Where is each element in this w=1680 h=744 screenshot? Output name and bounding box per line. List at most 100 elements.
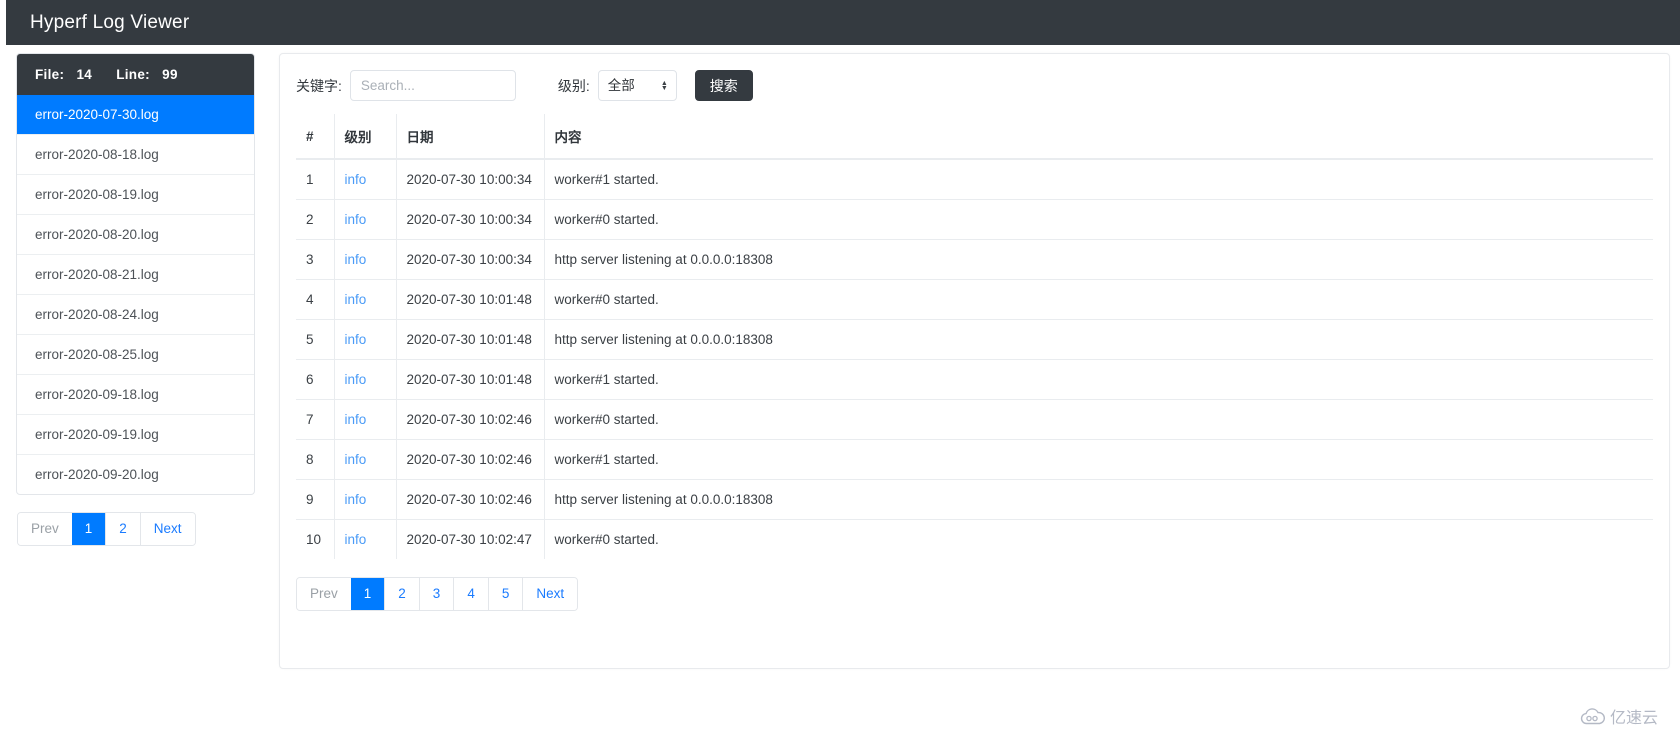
file-list-item[interactable]: error-2020-08-21.log xyxy=(17,254,254,294)
column-header-level: 级别 xyxy=(334,114,397,160)
watermark-text: 亿速云 xyxy=(1609,710,1658,727)
cell-level: info xyxy=(334,279,397,320)
table-pagination-container: Prev 12345 Next xyxy=(280,559,1669,611)
table-row: 7 info 2020-07-30 10:02:46 worker#0 started… xyxy=(296,399,1653,440)
sidebar-pagination: Prev 12 Next xyxy=(17,512,196,546)
log-table: # 级别 日期 内容 1 info 2020-07-30 10:00:34 worke… xyxy=(296,114,1653,559)
file-list-item[interactable]: error-2020-07-30.log xyxy=(17,95,254,134)
table-row: 8 info 2020-07-30 10:02:46 worker#1 started… xyxy=(296,439,1653,480)
file-list-item[interactable]: error-2020-09-18.log xyxy=(17,374,254,414)
table-pages-item[interactable]: 1 xyxy=(350,578,385,610)
table-pagination-prev[interactable]: Prev xyxy=(297,578,351,610)
cell-content: worker#0 started. xyxy=(544,279,1653,320)
file-list-item[interactable]: error-2020-08-18.log xyxy=(17,134,254,174)
table-pagination: Prev 12345 Next xyxy=(296,577,579,611)
cell-date: 2020-07-30 10:00:34 xyxy=(396,158,545,200)
table-pages-item[interactable]: 4 xyxy=(453,578,488,610)
cell-date: 2020-07-30 10:02:46 xyxy=(396,439,545,480)
cloud-icon xyxy=(1580,707,1605,724)
level-link[interactable]: info xyxy=(345,252,367,267)
level-select[interactable]: 全部 xyxy=(597,70,677,101)
table-row: 6 info 2020-07-30 10:01:48 worker#1 started… xyxy=(296,359,1653,400)
cell-content: worker#1 started. xyxy=(544,158,1653,200)
cell-level: info xyxy=(334,158,397,200)
cell-level: info xyxy=(334,319,397,360)
cell-level: info xyxy=(334,439,397,480)
level-link[interactable]: info xyxy=(345,332,367,347)
cell-level: info xyxy=(334,479,397,520)
cell-date: 2020-07-30 10:01:48 xyxy=(396,319,545,360)
table-row: 4 info 2020-07-30 10:01:48 worker#0 started… xyxy=(296,279,1653,320)
cell-index: 3 xyxy=(296,239,335,280)
level-link[interactable]: info xyxy=(345,292,367,307)
level-link[interactable]: info xyxy=(345,532,367,547)
file-list-item[interactable]: error-2020-08-24.log xyxy=(17,294,254,334)
table-pages-item[interactable]: 5 xyxy=(487,578,523,610)
sidebar: File: 14 Line: 99 error-2020-07-30.log er… xyxy=(16,53,255,546)
search-button[interactable]: 搜索 xyxy=(694,70,753,101)
table-row: 10 info 2020-07-30 10:02:47 worker#0 starte… xyxy=(296,519,1653,559)
file-list-item[interactable]: error-2020-08-25.log xyxy=(17,334,254,374)
file-list-item[interactable]: error-2020-09-20.log xyxy=(17,454,254,494)
level-link[interactable]: info xyxy=(345,212,367,227)
cell-index: 2 xyxy=(296,199,335,240)
log-table-head: # 级别 日期 内容 xyxy=(296,114,1653,160)
cell-content: worker#0 started. xyxy=(544,399,1653,440)
file-count-label: File: xyxy=(35,67,65,82)
table-row: 3 info 2020-07-30 10:00:34 http server list… xyxy=(296,239,1653,280)
table-row: 5 info 2020-07-30 10:01:48 http server list… xyxy=(296,319,1653,360)
file-list-item[interactable]: error-2020-08-19.log xyxy=(17,174,254,214)
sidebar-pagination-next[interactable]: Next xyxy=(139,513,195,545)
level-select-wrapper: 全部 ▲ ▼ xyxy=(597,70,677,101)
table-row: 9 info 2020-07-30 10:02:46 http server list… xyxy=(296,479,1653,520)
cell-level: info xyxy=(334,239,397,280)
cell-date: 2020-07-30 10:00:34 xyxy=(396,239,545,280)
cell-index: 7 xyxy=(296,399,335,440)
cell-index: 4 xyxy=(296,279,335,320)
level-link[interactable]: info xyxy=(345,452,367,467)
sidebar-pages-item[interactable]: 2 xyxy=(105,513,140,545)
cell-level: info xyxy=(334,519,397,559)
cell-index: 8 xyxy=(296,439,335,480)
cell-date: 2020-07-30 10:01:48 xyxy=(396,279,545,320)
cell-date: 2020-07-30 10:02:46 xyxy=(396,399,545,440)
cell-index: 10 xyxy=(296,519,335,559)
cell-content: worker#0 started. xyxy=(544,519,1653,559)
level-link[interactable]: info xyxy=(345,172,367,187)
log-table-body: 1 info 2020-07-30 10:00:34 worker#1 started… xyxy=(296,158,1653,559)
level-link[interactable]: info xyxy=(345,412,367,427)
file-list-panel: File: 14 Line: 99 error-2020-07-30.log er… xyxy=(16,53,255,495)
cell-content: http server listening at 0.0.0.0:18308 xyxy=(544,239,1653,280)
table-pages-item[interactable]: 2 xyxy=(384,578,419,610)
level-link[interactable]: info xyxy=(345,492,367,507)
cell-index: 1 xyxy=(296,158,335,200)
line-count-value: 99 xyxy=(162,67,178,82)
table-pagination-next[interactable]: Next xyxy=(522,578,578,610)
file-list-summary: File: 14 Line: 99 xyxy=(17,54,254,95)
file-list-item[interactable]: error-2020-08-20.log xyxy=(17,214,254,254)
level-link[interactable]: info xyxy=(345,372,367,387)
cell-content: worker#1 started. xyxy=(544,439,1653,480)
app-title: Hyperf Log Viewer xyxy=(30,11,190,33)
table-row: 2 info 2020-07-30 10:00:34 worker#0 started… xyxy=(296,199,1653,240)
cell-level: info xyxy=(334,399,397,440)
cell-content: http server listening at 0.0.0.0:18308 xyxy=(544,479,1653,520)
table-pages-item[interactable]: 3 xyxy=(418,578,454,610)
top-navbar: Hyperf Log Viewer xyxy=(6,0,1680,45)
file-count-value: 14 xyxy=(76,67,93,82)
cell-content: worker#0 started. xyxy=(544,199,1653,240)
cell-date: 2020-07-30 10:01:48 xyxy=(396,359,545,400)
log-panel: 关键字: 级别: 全部 ▲▼ 搜索 # xyxy=(279,53,1670,669)
keyword-label: 关键字: xyxy=(296,77,342,94)
sidebar-pages-item[interactable]: 1 xyxy=(71,513,106,545)
level-label: 级别: xyxy=(557,77,590,94)
log-table-container: # 级别 日期 内容 1 info 2020-07-30 10:00:34 worke… xyxy=(280,114,1669,559)
cell-index: 5 xyxy=(296,319,335,360)
search-input[interactable] xyxy=(349,70,516,101)
sidebar-pagination-prev[interactable]: Prev xyxy=(18,513,72,545)
column-header-index: # xyxy=(296,114,335,160)
cell-content: http server listening at 0.0.0.0:18308 xyxy=(544,319,1653,360)
column-header-content: 内容 xyxy=(544,114,1653,160)
file-list-item[interactable]: error-2020-09-19.log xyxy=(17,414,254,454)
watermark: 亿速云 xyxy=(1580,704,1658,728)
